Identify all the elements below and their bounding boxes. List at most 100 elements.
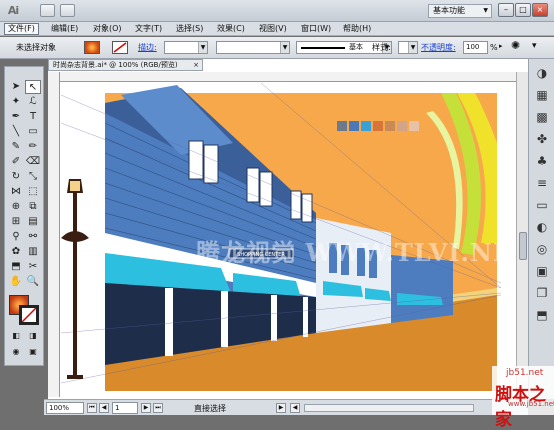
document-title: 时尚杂志背景.ai* @ 100% (RGB/预览)	[53, 61, 178, 69]
gradient-mode-icon[interactable]: ◨	[25, 329, 41, 343]
perspective-grid-tool-icon[interactable]: ⧉	[25, 200, 41, 214]
selection-tool-icon[interactable]: ➤	[8, 80, 24, 94]
artboards-panel-icon[interactable]: ⬒	[534, 307, 550, 323]
gradient-tool-icon[interactable]: ▤	[25, 215, 41, 229]
variable-width-dropdown[interactable]: ▼	[216, 41, 290, 54]
direct-selection-tool-icon[interactable]: ↖	[25, 80, 41, 94]
eyedropper-tool-icon[interactable]: ⚲	[8, 230, 24, 244]
control-bar: 未选择对象 描边: ▼ ▼ 基本 ▼ 样式: ▼ 不透明度: 100 % ▸ ✺…	[0, 37, 554, 59]
fill-swatch[interactable]	[84, 41, 100, 54]
graphic-styles-panel-icon[interactable]: ▣	[534, 263, 550, 279]
menu-object[interactable]: 对象(O)	[90, 23, 125, 35]
screen-mode-icon[interactable]: ▣	[25, 345, 41, 359]
width-tool-icon[interactable]: ⋈	[8, 185, 24, 199]
transparency-panel-icon[interactable]: ◐	[534, 219, 550, 235]
color-guide-icon[interactable]: ▦	[534, 87, 550, 103]
scale-tool-icon[interactable]: ⤡	[25, 170, 41, 184]
previous-artboard-icon[interactable]: ◀	[99, 403, 109, 413]
mesh-tool-icon[interactable]: ⊞	[8, 215, 24, 229]
next-artboard-icon[interactable]: ▶	[141, 403, 151, 413]
draw-mode-icon[interactable]: ◉	[8, 345, 24, 359]
scroll-thumb[interactable]	[519, 232, 527, 260]
close-tab-icon[interactable]: ×	[193, 60, 199, 70]
menu-help[interactable]: 帮助(H)	[340, 23, 374, 35]
menu-file[interactable]: 文件(F)	[4, 23, 39, 35]
symbol-sprayer-tool-icon[interactable]: ✿	[8, 245, 24, 259]
artboard-canvas[interactable]: SHOPPING CENTER 腾龙视觉 WWW.TLVI.NET	[61, 83, 516, 397]
zoom-level[interactable]: 100%	[46, 402, 84, 414]
opacity-arrow-icon[interactable]: ▸	[497, 41, 506, 54]
status-menu-icon[interactable]: ▶	[276, 403, 286, 413]
layers-panel-icon[interactable]: ❐	[534, 285, 550, 301]
scroll-left-icon[interactable]: ◀	[290, 403, 300, 413]
hand-tool-icon[interactable]: ✋	[8, 275, 24, 289]
panel-dock: ◑ ▦ ▩ ✤ ♣ ≡ ▭ ◐ ◎ ▣ ❐ ⬒	[528, 59, 554, 399]
appearance-panel-icon[interactable]: ◎	[534, 241, 550, 257]
blob-brush-tool-icon[interactable]: ✐	[8, 155, 24, 169]
horizontal-scrollbar[interactable]	[304, 404, 474, 412]
lasso-tool-icon[interactable]: ℒ	[25, 95, 41, 109]
menu-select[interactable]: 选择(S)	[173, 23, 206, 35]
workspace-label: 基本功能	[433, 6, 465, 15]
artboard-number[interactable]: 1	[112, 402, 138, 414]
column-graph-tool-icon[interactable]: ▥	[25, 245, 41, 259]
vertical-scrollbar[interactable]	[516, 72, 528, 397]
horizontal-ruler[interactable]	[60, 72, 516, 82]
corner-watermark-url: www.jb51.net	[508, 400, 554, 408]
magic-wand-tool-icon[interactable]: ✦	[8, 95, 24, 109]
bridge-icon[interactable]	[40, 4, 55, 17]
menu-edit[interactable]: 编辑(E)	[48, 23, 81, 35]
panel-menu-icon[interactable]: ▾	[532, 41, 537, 51]
watermark-text: 腾龙视觉 WWW.TLVI.NET	[196, 238, 516, 267]
gradient-panel-icon[interactable]: ▭	[534, 197, 550, 213]
pen-tool-icon[interactable]: ✒	[8, 110, 24, 124]
free-transform-tool-icon[interactable]: ⬚	[25, 185, 41, 199]
last-artboard-icon[interactable]: ⏭	[153, 403, 163, 413]
color-mode-icon[interactable]: ◧	[8, 329, 24, 343]
menu-type[interactable]: 文字(T)	[132, 23, 165, 35]
stroke-color-box[interactable]	[19, 305, 39, 325]
shape-builder-tool-icon[interactable]: ⊕	[8, 200, 24, 214]
menu-effect[interactable]: 效果(C)	[214, 23, 248, 35]
first-artboard-icon[interactable]: ⏮	[87, 403, 97, 413]
menu-view[interactable]: 视图(V)	[256, 23, 290, 35]
line-tool-icon[interactable]: ╲	[8, 125, 24, 139]
style-label: 样式:	[372, 43, 391, 52]
swatches-panel-icon[interactable]: ▩	[534, 109, 550, 125]
symbols-panel-icon[interactable]: ♣	[534, 153, 550, 169]
brushes-panel-icon[interactable]: ✤	[534, 131, 550, 147]
menu-bar: 文件(F) 编辑(E) 对象(O) 文字(T) 选择(S) 效果(C) 视图(V…	[0, 22, 554, 36]
pencil-tool-icon[interactable]: ✏	[25, 140, 41, 154]
graphic-style-dropdown[interactable]: ▼	[398, 41, 418, 54]
blend-tool-icon[interactable]: ⚯	[25, 230, 41, 244]
opacity-input[interactable]: 100	[463, 41, 488, 54]
artboard-tool-icon[interactable]: ⬒	[8, 260, 24, 274]
vertical-ruler[interactable]	[48, 72, 60, 397]
workspace-switcher[interactable]: 基本功能 ▼	[428, 4, 492, 18]
maximize-button[interactable]: □	[515, 3, 531, 17]
stroke-weight-dropdown[interactable]: ▼	[164, 41, 208, 54]
document-tab[interactable]: 时尚杂志背景.ai* @ 100% (RGB/预览) ×	[48, 59, 203, 71]
recolor-artwork-icon[interactable]: ✺	[511, 40, 520, 51]
color-palette	[337, 121, 419, 131]
app-logo: Ai	[7, 4, 19, 17]
corner-watermark-domain: jb51.net	[506, 368, 544, 378]
zoom-tool-icon[interactable]: 🔍	[25, 275, 41, 289]
stroke-panel-icon[interactable]: ≡	[534, 175, 550, 191]
menu-window[interactable]: 窗口(W)	[298, 23, 334, 35]
rectangle-tool-icon[interactable]: ▭	[25, 125, 41, 139]
eraser-tool-icon[interactable]: ⌫	[25, 155, 41, 169]
close-button[interactable]: ×	[532, 3, 548, 17]
color-panel-icon[interactable]: ◑	[534, 65, 550, 81]
minimize-button[interactable]: –	[498, 3, 514, 17]
rotate-tool-icon[interactable]: ↻	[8, 170, 24, 184]
stroke-label[interactable]: 描边:	[138, 43, 157, 53]
type-tool-icon[interactable]: T	[25, 110, 41, 124]
selection-status: 未选择对象	[16, 43, 56, 52]
tools-panel: ➤ ↖ ✦ ℒ ✒ T ╲ ▭ ✎ ✏ ✐ ⌫ ↻ ⤡ ⋈ ⬚ ⊕ ⧉ ⊞ ▤ …	[4, 66, 44, 366]
arrange-documents-icon[interactable]	[60, 4, 75, 17]
stroke-swatch[interactable]	[112, 41, 128, 54]
paintbrush-tool-icon[interactable]: ✎	[8, 140, 24, 154]
slice-tool-icon[interactable]: ✂	[25, 260, 41, 274]
opacity-label[interactable]: 不透明度:	[421, 43, 456, 53]
